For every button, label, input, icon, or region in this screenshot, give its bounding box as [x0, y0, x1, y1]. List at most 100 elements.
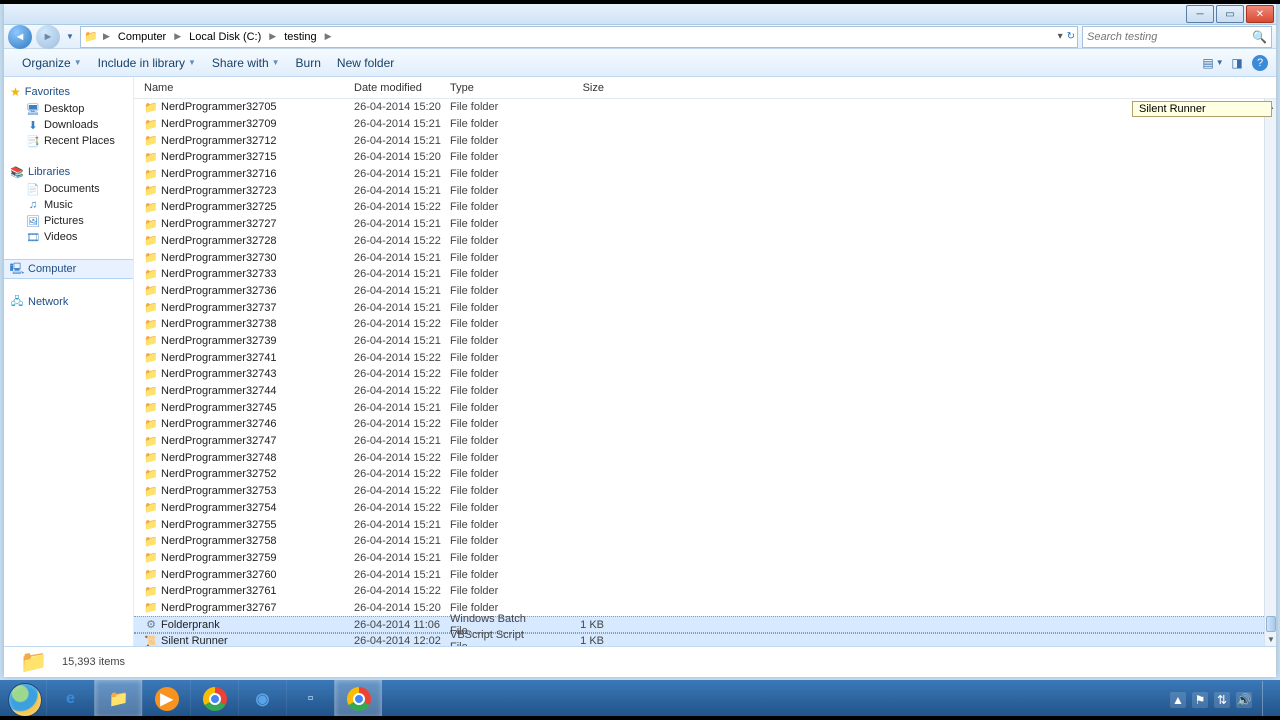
chevron-right-icon[interactable]: ▶: [267, 31, 278, 42]
file-row[interactable]: 📁NerdProgrammer3274426-04-2014 15:22File…: [134, 383, 1264, 400]
file-row[interactable]: 📁NerdProgrammer3271226-04-2014 15:21File…: [134, 132, 1264, 149]
file-row[interactable]: 📁NerdProgrammer3274626-04-2014 15:22File…: [134, 416, 1264, 433]
file-row[interactable]: 📁NerdProgrammer3276026-04-2014 15:21File…: [134, 566, 1264, 583]
taskbar-item-media-player[interactable]: ▶: [142, 680, 190, 718]
search-input[interactable]: [1087, 31, 1237, 43]
file-row[interactable]: 📁NerdProgrammer3272826-04-2014 15:22File…: [134, 233, 1264, 250]
back-button[interactable]: ◄: [8, 25, 32, 49]
file-type-label: File folder: [450, 352, 544, 364]
folder-icon: 📁: [144, 417, 158, 431]
taskbar-item-notepad[interactable]: ▫: [286, 680, 334, 718]
burn-button[interactable]: Burn: [288, 52, 329, 74]
forward-button[interactable]: ►: [36, 25, 60, 49]
file-name-label: NerdProgrammer32737: [161, 302, 277, 314]
tooltip: Silent Runner: [1132, 101, 1272, 117]
file-row[interactable]: 📁NerdProgrammer3275226-04-2014 15:22File…: [134, 466, 1264, 483]
file-row[interactable]: ⚙Folderprank26-04-2014 11:06Windows Batc…: [134, 616, 1264, 633]
column-header-date[interactable]: Date modified: [354, 82, 450, 94]
minimize-button[interactable]: ─: [1186, 5, 1214, 23]
file-row[interactable]: 📁NerdProgrammer3271626-04-2014 15:21File…: [134, 166, 1264, 183]
tray-volume-icon[interactable]: 🔊: [1236, 692, 1252, 708]
taskbar-item-chrome[interactable]: [190, 680, 238, 718]
file-row[interactable]: 📁NerdProgrammer3275826-04-2014 15:21File…: [134, 533, 1264, 550]
sidebar-item-recent[interactable]: 📑Recent Places: [4, 133, 133, 149]
file-row[interactable]: 📁NerdProgrammer3273726-04-2014 15:21File…: [134, 299, 1264, 316]
file-row[interactable]: 📁NerdProgrammer3273926-04-2014 15:21File…: [134, 333, 1264, 350]
sidebar-item-pictures[interactable]: 🖼Pictures: [4, 213, 133, 229]
column-header-name[interactable]: Name: [144, 82, 354, 94]
refresh-icon[interactable]: ↻: [1067, 31, 1075, 42]
file-row[interactable]: 📁NerdProgrammer3273626-04-2014 15:21File…: [134, 283, 1264, 300]
taskbar-item-browser[interactable]: ◉: [238, 680, 286, 718]
file-row[interactable]: 📁NerdProgrammer3275526-04-2014 15:21File…: [134, 516, 1264, 533]
sidebar-libraries-header[interactable]: 📚Libraries: [4, 163, 133, 181]
file-row[interactable]: 📜Silent Runner26-04-2014 12:02VBScript S…: [134, 633, 1264, 646]
help-button[interactable]: ?: [1252, 55, 1268, 71]
sidebar-item-network[interactable]: 🖧Network: [4, 293, 133, 311]
file-row[interactable]: 📁NerdProgrammer3274126-04-2014 15:22File…: [134, 349, 1264, 366]
sidebar-item-documents[interactable]: 📄Documents: [4, 181, 133, 197]
scroll-thumb[interactable]: [1266, 616, 1276, 632]
breadcrumb-computer[interactable]: Computer: [114, 31, 170, 43]
search-box[interactable]: 🔍: [1082, 26, 1272, 48]
show-desktop-button[interactable]: [1262, 681, 1272, 719]
folder-icon: 📁: [144, 251, 158, 265]
taskbar-item-ie[interactable]: e: [46, 680, 94, 718]
scrollbar[interactable]: ▲ ▼: [1264, 99, 1276, 646]
start-button[interactable]: [4, 681, 46, 719]
view-options-button[interactable]: ▤ ▼: [1204, 54, 1222, 72]
file-row[interactable]: 📁NerdProgrammer3270526-04-2014 15:20File…: [134, 99, 1264, 116]
history-dropdown[interactable]: ▼: [64, 32, 76, 41]
organize-button[interactable]: Organize▼: [14, 52, 90, 74]
file-row[interactable]: 📁NerdProgrammer3274826-04-2014 15:22File…: [134, 449, 1264, 466]
folder-icon: 📁: [144, 451, 158, 465]
file-row[interactable]: 📁NerdProgrammer3273326-04-2014 15:21File…: [134, 266, 1264, 283]
chevron-right-icon[interactable]: ▶: [172, 31, 183, 42]
file-row[interactable]: 📁NerdProgrammer3270926-04-2014 15:21File…: [134, 116, 1264, 133]
include-in-library-button[interactable]: Include in library▼: [90, 52, 204, 74]
share-with-button[interactable]: Share with▼: [204, 52, 288, 74]
column-header-size[interactable]: Size: [544, 82, 604, 94]
sidebar-item-computer[interactable]: 🖳Computer: [4, 259, 133, 279]
tray-network-icon[interactable]: ⇅: [1214, 692, 1230, 708]
close-button[interactable]: ✕: [1246, 5, 1274, 23]
chevron-right-icon[interactable]: ▶: [101, 31, 112, 42]
file-row[interactable]: 📁NerdProgrammer3276126-04-2014 15:22File…: [134, 583, 1264, 600]
breadcrumb-disk[interactable]: Local Disk (C:): [185, 31, 265, 43]
file-row[interactable]: 📁NerdProgrammer3272526-04-2014 15:22File…: [134, 199, 1264, 216]
file-row[interactable]: 📁NerdProgrammer3274726-04-2014 15:21File…: [134, 433, 1264, 450]
file-type-label: File folder: [450, 435, 544, 447]
file-row[interactable]: 📁NerdProgrammer3274326-04-2014 15:22File…: [134, 366, 1264, 383]
preview-pane-button[interactable]: ◨: [1228, 54, 1246, 72]
sidebar-item-music[interactable]: ♫Music: [4, 197, 133, 213]
file-row[interactable]: 📁NerdProgrammer3276726-04-2014 15:20File…: [134, 600, 1264, 617]
file-row[interactable]: 📁NerdProgrammer3273026-04-2014 15:21File…: [134, 249, 1264, 266]
file-row[interactable]: 📁NerdProgrammer3272326-04-2014 15:21File…: [134, 182, 1264, 199]
taskbar-item-explorer[interactable]: 📁: [94, 680, 142, 718]
chevron-right-icon[interactable]: ▶: [323, 31, 334, 42]
file-row[interactable]: 📁NerdProgrammer3274526-04-2014 15:21File…: [134, 399, 1264, 416]
tray-flag-icon[interactable]: ⚑: [1192, 692, 1208, 708]
new-folder-button[interactable]: New folder: [329, 52, 402, 74]
sidebar-item-videos[interactable]: 🎞Videos: [4, 229, 133, 245]
file-row[interactable]: 📁NerdProgrammer3275426-04-2014 15:22File…: [134, 500, 1264, 517]
tray-show-hidden-icon[interactable]: ▲: [1170, 692, 1186, 708]
sidebar-favorites-header[interactable]: ★Favorites: [4, 83, 133, 101]
file-row[interactable]: 📁NerdProgrammer3271526-04-2014 15:20File…: [134, 149, 1264, 166]
breadcrumb-bar[interactable]: 📁 ▶ Computer ▶ Local Disk (C:) ▶ testing…: [80, 26, 1078, 48]
scroll-down-button[interactable]: ▼: [1265, 632, 1276, 646]
desktop-icon: 🖥: [26, 102, 40, 116]
taskbar-item-chrome-2[interactable]: [334, 680, 382, 718]
maximize-button[interactable]: ▭: [1216, 5, 1244, 23]
breadcrumb-folder[interactable]: testing: [280, 31, 320, 43]
file-row[interactable]: 📁NerdProgrammer3275926-04-2014 15:21File…: [134, 550, 1264, 567]
sidebar-item-desktop[interactable]: 🖥Desktop: [4, 101, 133, 117]
search-icon[interactable]: 🔍: [1252, 30, 1267, 44]
sidebar-item-downloads[interactable]: ⬇Downloads: [4, 117, 133, 133]
folder-icon: 📁: [144, 467, 158, 481]
file-row[interactable]: 📁NerdProgrammer3275326-04-2014 15:22File…: [134, 483, 1264, 500]
file-row[interactable]: 📁NerdProgrammer3273826-04-2014 15:22File…: [134, 316, 1264, 333]
column-header-type[interactable]: Type: [450, 82, 544, 94]
file-row[interactable]: 📁NerdProgrammer3272726-04-2014 15:21File…: [134, 216, 1264, 233]
chevron-down-icon[interactable]: ▾: [1058, 31, 1063, 42]
